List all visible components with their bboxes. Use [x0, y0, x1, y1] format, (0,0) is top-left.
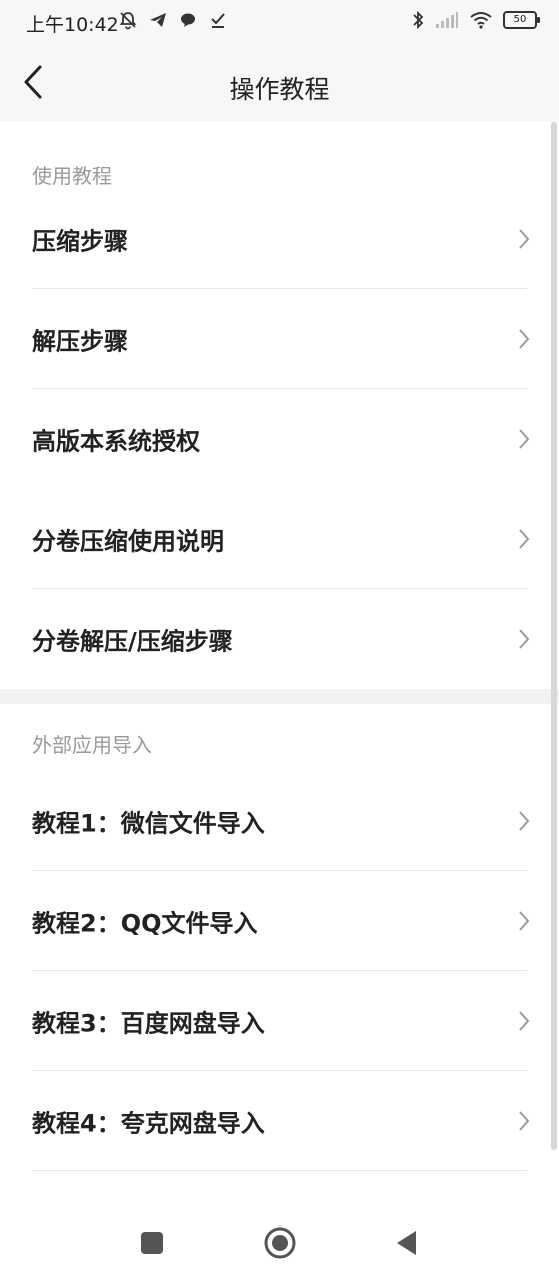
back-nav-button[interactable]: [392, 1228, 422, 1258]
list-item-label: 压缩步骤: [32, 227, 128, 256]
back-triangle-icon: [397, 1231, 416, 1255]
download-done-icon: [211, 13, 225, 28]
chevron-right-icon: [519, 529, 530, 549]
list-item-wechat-import[interactable]: 教程1：微信文件导入: [0, 771, 559, 871]
list-item-label: 教程4：夸克网盘导入: [32, 1109, 265, 1138]
wifi-icon: [470, 12, 492, 29]
battery-icon: 50: [503, 11, 540, 29]
battery-level: 50: [513, 14, 527, 25]
chevron-right-icon: [519, 429, 530, 449]
system-nav-bar: [0, 1208, 559, 1280]
notification-icons: [118, 10, 228, 30]
signal-icon: [436, 12, 458, 28]
chat-bubble-icon: [181, 13, 195, 27]
list-item-baidu-import[interactable]: 教程3：百度网盘导入: [0, 971, 559, 1071]
list-item-split-extract-compress-steps[interactable]: 分卷解压/压缩步骤: [0, 589, 559, 689]
list-item-label: 教程2：QQ文件导入: [32, 909, 258, 938]
list-item-high-version-auth[interactable]: 高版本系统授权: [0, 389, 559, 489]
list-item-qq-import[interactable]: 教程2：QQ文件导入: [0, 871, 559, 971]
chevron-right-icon: [519, 629, 530, 649]
chevron-right-icon: [519, 1111, 530, 1131]
chevron-right-icon: [519, 911, 530, 931]
list-item-label: 高版本系统授权: [32, 427, 200, 456]
divider: [32, 1170, 527, 1171]
tutorial-list[interactable]: 使用教程 压缩步骤 解压步骤 高版本系统授权 分卷压缩使用说明 分卷解压/压缩步…: [0, 122, 559, 1208]
list-item-label: 分卷解压/压缩步骤: [32, 627, 233, 656]
bluetooth-icon: [413, 10, 424, 30]
section-title: 外部应用导入: [32, 733, 152, 757]
status-time: 上午10:42: [26, 14, 119, 36]
list-item-extract-steps[interactable]: 解压步骤: [0, 289, 559, 389]
list-item-split-compress-guide[interactable]: 分卷压缩使用说明: [0, 489, 559, 589]
bell-off-icon: [119, 12, 137, 30]
list-item-label: 解压步骤: [32, 327, 128, 356]
chevron-right-icon: [519, 1011, 530, 1031]
list-item-compress-steps[interactable]: 压缩步骤: [0, 189, 559, 289]
section-title: 使用教程: [32, 164, 112, 188]
list-item-quark-import[interactable]: 教程4：夸克网盘导入: [0, 1071, 559, 1171]
app-bar: 操作教程: [0, 44, 559, 122]
recents-button[interactable]: [137, 1228, 167, 1258]
section-gap: [0, 689, 559, 704]
page-title: 操作教程: [229, 75, 330, 104]
chevron-right-icon: [519, 229, 530, 249]
list-item-label: 教程1：微信文件导入: [32, 809, 265, 838]
chevron-right-icon: [519, 329, 530, 349]
scrollbar[interactable]: [551, 122, 557, 1150]
recents-square-icon: [141, 1232, 163, 1254]
list-item-label: 教程3：百度网盘导入: [32, 1009, 265, 1038]
home-button[interactable]: [263, 1226, 297, 1260]
home-circle-icon: [264, 1227, 296, 1259]
chevron-right-icon: [519, 811, 530, 831]
status-bar: 上午10:42 50: [0, 0, 559, 44]
list-item-label: 分卷压缩使用说明: [32, 527, 224, 556]
system-icons: 50: [411, 10, 540, 30]
telegram-icon: [150, 13, 166, 27]
